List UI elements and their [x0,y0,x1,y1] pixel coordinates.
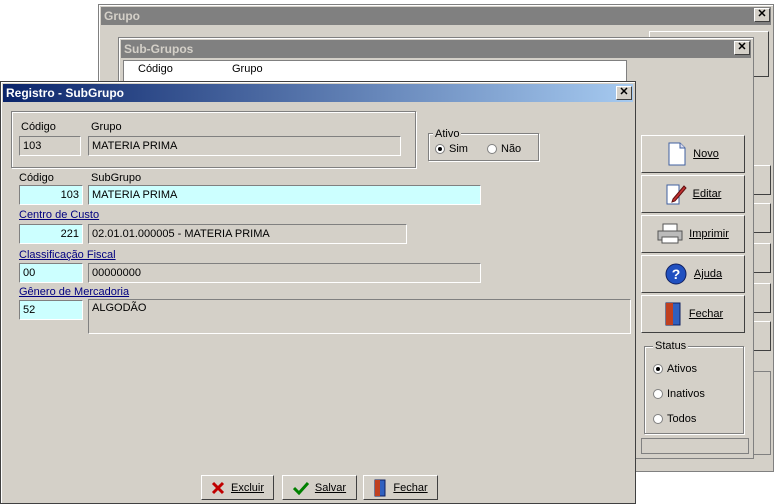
fechar-label: Fechar [688,308,724,320]
ativo-label: Ativo [433,128,462,140]
classificacao-fiscal-codigo-field[interactable]: 00 [19,263,83,283]
novo-label: Novo [693,148,719,160]
radio-on-icon [653,364,663,374]
subgrupo-label: SubGrupo [91,172,142,184]
printer-icon [657,223,683,244]
x-icon [211,481,225,494]
subgrupo-field[interactable]: MATERIA PRIMA [88,185,481,205]
status-inativos-label: Inativos [667,388,705,400]
document-icon [668,142,686,166]
grupo-grupo-label: Grupo [91,121,122,133]
registro-title: Registro - SubGrupo [6,86,124,100]
grupo-grupo-field[interactable]: MATERIA PRIMA [88,136,401,156]
status-groupbox: Status Ativos Inativos Todos [644,340,744,434]
ativo-sim-label: Sim [449,143,468,155]
status-ativos-radio[interactable]: Ativos [653,363,697,375]
registro-close-button[interactable]: ✕ [616,86,632,100]
grupo-stub-1[interactable] [751,165,771,195]
grupo-titlebar[interactable]: Grupo [101,7,771,25]
fechar-button[interactable]: Fechar [641,295,745,333]
subgrupos-titlebar[interactable]: Sub-Grupos [121,40,751,58]
ajuda-button[interactable]: ? Ajuda [641,255,745,293]
close-icon: ✕ [619,86,629,98]
fechar-dialog-label: Fechar [393,481,428,494]
fechar-dialog-button[interactable]: Fechar [363,475,438,500]
grupo-stub-2[interactable] [751,203,771,233]
door-icon [665,302,681,326]
salvar-label: Salvar [314,481,347,494]
status-ativos-label: Ativos [667,363,697,375]
ativo-sim-radio[interactable]: Sim [435,143,468,155]
ativo-nao-label: Não [501,143,522,155]
close-icon: ✕ [757,8,767,20]
status-inativos-radio[interactable]: Inativos [653,388,705,400]
subgrupo-codigo-label: Código [19,172,54,184]
editar-button[interactable]: Editar [641,175,745,213]
radio-on-icon [435,144,445,154]
imprimir-button[interactable]: Imprimir [641,215,745,253]
excluir-button[interactable]: Excluir [201,475,274,500]
salvar-button[interactable]: Salvar [282,475,357,500]
genero-mercadoria-link[interactable]: Gênero de Mercadoria [19,286,129,298]
status-title: Status [653,340,689,352]
centro-custo-codigo-field[interactable]: 221 [19,224,83,244]
col-header-codigo[interactable]: Código [138,63,173,75]
genero-mercadoria-descricao-field[interactable]: ALGODÃO [88,299,631,334]
status-todos-label: Todos [667,413,697,425]
excluir-label: Excluir [230,481,264,494]
subgrupo-codigo-field[interactable]: 103 [19,185,83,205]
close-icon: ✕ [737,41,747,53]
centro-custo-descricao-field[interactable]: 02.01.01.000005 - MATERIA PRIMA [88,224,407,244]
svg-text:?: ? [672,266,681,282]
ativo-nao-radio[interactable]: Não [487,143,521,155]
grupo-close-button[interactable]: ✕ [754,8,770,22]
col-header-grupo[interactable]: Grupo [232,63,263,75]
radio-off-icon [653,414,663,424]
radio-off-icon [487,144,497,154]
grupo-codigo-label: Código [21,121,56,133]
novo-button[interactable]: Novo [641,135,745,173]
radio-off-icon [653,389,663,399]
editar-label: Editar [692,188,722,200]
door-icon [374,479,386,496]
classificacao-fiscal-descricao-field[interactable]: 00000000 [88,263,481,283]
subgrupos-close-button[interactable]: ✕ [734,41,750,55]
genero-mercadoria-codigo-field[interactable]: 52 [19,300,83,320]
help-icon: ? [665,263,687,285]
registro-titlebar[interactable]: Registro - SubGrupo [3,84,633,102]
grupo-codigo-field[interactable]: 103 [19,136,81,156]
grupo-stub-4[interactable] [751,283,771,313]
grupo-stub-3[interactable] [751,243,771,273]
centro-custo-link[interactable]: Centro de Custo [19,209,99,221]
subgrupos-statusbar [641,438,749,454]
ajuda-label: Ajuda [693,268,723,280]
pencil-icon [666,184,687,205]
grupo-title: Grupo [104,9,140,23]
subgrupos-title: Sub-Grupos [124,42,194,56]
status-todos-radio[interactable]: Todos [653,413,696,425]
check-icon [292,481,309,495]
ativo-groupbox: Ativo Sim Não [428,128,539,161]
imprimir-label: Imprimir [689,228,729,240]
registro-dialog: Registro - SubGrupo ✕ Código Grupo 103 M… [0,81,636,504]
grupo-stub-5[interactable] [751,321,771,351]
classificacao-fiscal-link[interactable]: Classificação Fiscal [19,249,116,261]
